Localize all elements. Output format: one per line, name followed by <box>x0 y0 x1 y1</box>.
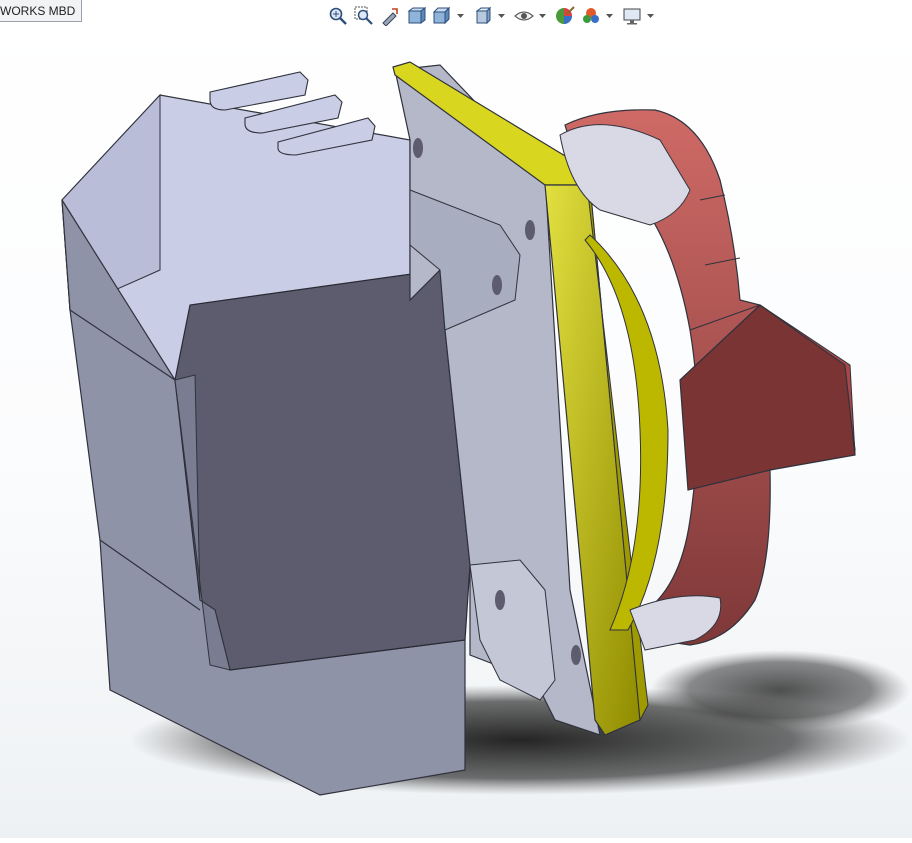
graphics-viewport[interactable] <box>0 0 912 838</box>
mbd-tab[interactable]: WORKS MBD <box>0 0 83 22</box>
chevron-down-icon[interactable] <box>646 4 655 28</box>
view-orientation-icon[interactable] <box>430 4 454 28</box>
mbd-tab-label: WORKS MBD <box>0 4 76 18</box>
apply-scene-icon[interactable] <box>579 4 603 28</box>
heads-up-view-toolbar <box>326 4 659 28</box>
ground-shadow-knob <box>650 650 910 730</box>
view-settings-icon[interactable] <box>620 4 644 28</box>
zoom-to-area-icon[interactable] <box>352 4 376 28</box>
display-style-icon[interactable] <box>471 4 495 28</box>
chevron-down-icon[interactable] <box>456 4 465 28</box>
previous-view-icon[interactable] <box>378 4 402 28</box>
hide-show-items-icon[interactable] <box>512 4 536 28</box>
chevron-down-icon[interactable] <box>605 4 614 28</box>
chevron-down-icon[interactable] <box>497 4 506 28</box>
cad-model <box>61 61 910 796</box>
section-view-icon[interactable] <box>404 4 428 28</box>
chevron-down-icon[interactable] <box>538 4 547 28</box>
zoom-to-fit-icon[interactable] <box>326 4 350 28</box>
housing-front-face <box>174 269 471 671</box>
edit-appearance-icon[interactable] <box>553 4 577 28</box>
